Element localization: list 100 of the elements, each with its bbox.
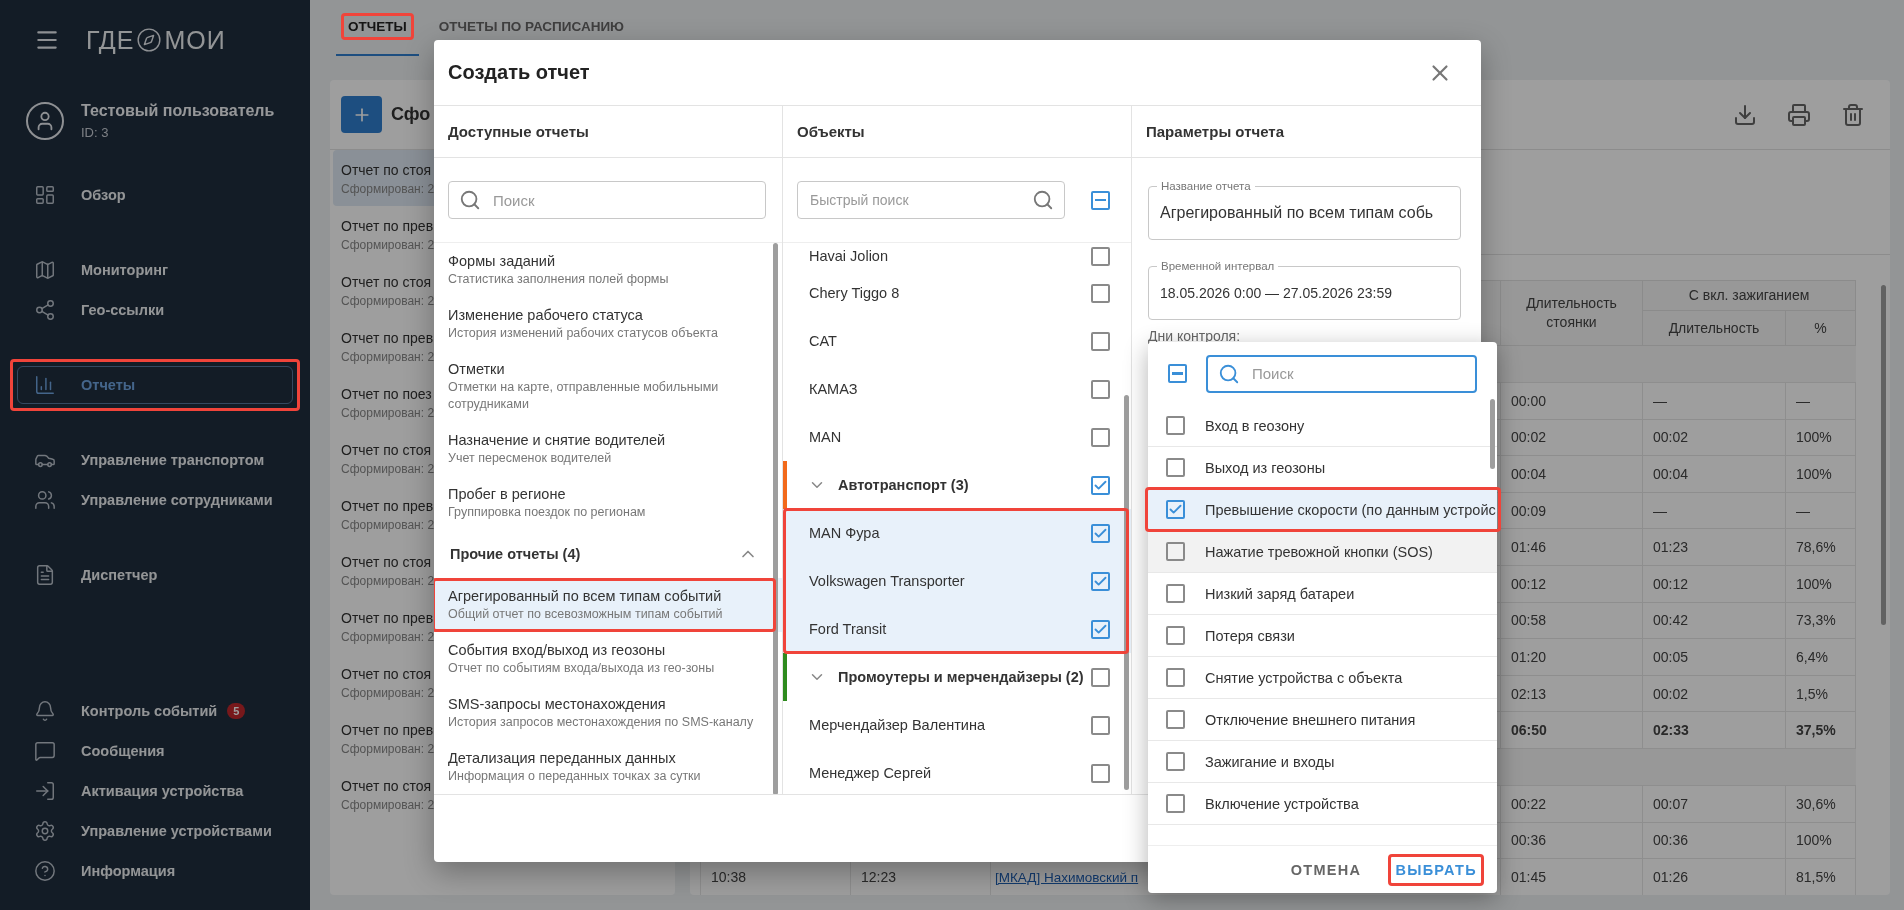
event-option[interactable]: Низкий заряд батареи [1148, 573, 1497, 615]
nav-item[interactable]: Управление транспортом [17, 441, 293, 479]
search-icon [1032, 189, 1054, 211]
report-description: Статистика заполнения полей формы [448, 271, 670, 288]
report-option[interactable]: События вход/выход из геозоны Отчет по событиям входа/выхода из гео-зоны [434, 632, 782, 686]
scrollbar[interactable] [773, 243, 778, 794]
nav-item[interactable]: Мониторинг [17, 251, 293, 289]
scrollbar[interactable] [1490, 399, 1495, 469]
nav-item[interactable]: Управление сотрудниками [17, 481, 293, 519]
report-option[interactable]: Назначение и снятие водителей Учет пересменок водителей [434, 422, 782, 476]
event-option[interactable]: Вход в геозону [1148, 405, 1497, 447]
object-row[interactable]: Менеджер Сергей [783, 749, 1131, 794]
report-date: Сформирован: 2 [341, 181, 435, 198]
checkbox[interactable] [1168, 364, 1187, 383]
object-row[interactable]: Мерчендайзер Валентина [783, 701, 1131, 749]
nav-item[interactable]: Диспетчер [17, 556, 293, 594]
search-field[interactable]: Поиск [448, 181, 766, 219]
checkbox[interactable] [1091, 571, 1110, 591]
object-row[interactable]: КАМАЗ [783, 365, 1131, 413]
report-option[interactable]: Изменение рабочего статуса История изменений рабочих статусов объекта [434, 297, 782, 351]
checkbox[interactable] [1166, 584, 1185, 603]
search-field[interactable]: Поиск [1206, 354, 1477, 393]
event-option[interactable]: Отключение внешнего питания [1148, 699, 1497, 741]
checkbox[interactable] [1091, 619, 1110, 639]
report-title: Отчет по стоя [341, 553, 432, 572]
report-title: Отчет по прев [341, 217, 434, 236]
checkbox[interactable] [1091, 715, 1110, 735]
report-option[interactable]: Формы заданий Статистика заполнения полей формы [434, 243, 782, 297]
checkbox[interactable] [1091, 763, 1110, 783]
checkbox[interactable] [1166, 542, 1185, 561]
event-option[interactable]: Снятие устройства с объекта [1148, 657, 1497, 699]
delete-icon[interactable] [1841, 102, 1865, 127]
object-row[interactable]: MAN Фура [783, 509, 1131, 557]
checkbox[interactable] [1091, 667, 1110, 687]
report-date: Сформирован: 2 [341, 293, 435, 310]
object-row[interactable]: MAN [783, 413, 1131, 461]
event-option[interactable]: Нажатие тревожной кнопки (SOS) [1148, 531, 1497, 573]
report-name: Агрегированный по всем типам событий [448, 587, 723, 606]
checkbox[interactable] [1166, 500, 1185, 519]
checkbox[interactable] [1166, 416, 1185, 435]
checkbox[interactable] [1166, 794, 1185, 813]
report-option[interactable]: Детализация переданных данных Информация о переданных точках за сутки [434, 740, 782, 794]
object-row[interactable]: Volkswagen Transporter [783, 557, 1131, 605]
event-option[interactable]: Зажигание и входы [1148, 741, 1497, 783]
scrollbar[interactable] [1124, 395, 1129, 790]
checkbox[interactable] [1091, 246, 1110, 266]
text-field[interactable]: Временной интервал 18.05.2026 0:00 — 27.05.2026 23:59 [1148, 258, 1461, 320]
event-option[interactable]: Включение устройства [1148, 783, 1497, 825]
nav-item[interactable]: Активация устройства [17, 772, 293, 810]
report-option[interactable]: Пробег в регионе Группировка поездок по регионам [434, 476, 782, 530]
share-icon [34, 299, 56, 321]
download-icon[interactable] [1733, 102, 1757, 127]
checkbox[interactable] [1091, 331, 1110, 351]
nav-item[interactable]: Обзор [17, 176, 293, 214]
report-description: Информация о переданных точках за сутки [448, 768, 702, 785]
search-input[interactable]: Быстрый поиск [808, 191, 1022, 209]
checkbox[interactable] [1091, 427, 1110, 447]
event-option[interactable]: Выход из геозоны [1148, 447, 1497, 489]
column-header: % [1785, 310, 1856, 346]
print-icon[interactable] [1787, 102, 1811, 127]
text-field[interactable]: Название отчета Агрегированный по всем типам собь [1148, 178, 1461, 240]
table-cell: 00:05 [1642, 638, 1786, 676]
object-row[interactable]: Chery Tiggo 8 [783, 269, 1131, 317]
checkbox[interactable] [1091, 190, 1110, 210]
table-cell: 00:07 [1642, 785, 1786, 823]
table-cell: 06:50 [1500, 711, 1643, 749]
add-button[interactable] [341, 96, 382, 133]
search-field[interactable]: Быстрый поиск [797, 181, 1065, 219]
checkbox[interactable] [1091, 283, 1110, 303]
search-input[interactable]: Поиск [491, 190, 755, 210]
report-option[interactable]: SMS-запросы местонахождения История запросов местонахождения по SMS-каналу [434, 686, 782, 740]
object-row[interactable]: Havai Jolion [783, 243, 1131, 269]
checkbox[interactable] [1166, 752, 1185, 771]
report-date: Сформирован: 2 [341, 237, 435, 254]
checkbox[interactable] [1091, 379, 1110, 399]
object-row[interactable]: Ford Transit [783, 605, 1131, 653]
checkbox[interactable] [1091, 523, 1110, 543]
nav-item[interactable]: Информация [17, 852, 293, 890]
nav-item[interactable]: Управление устройствами [17, 812, 293, 850]
checkbox[interactable] [1166, 626, 1185, 645]
object-row[interactable]: CAT [783, 317, 1131, 365]
panel-title: Сфо [391, 104, 431, 125]
checkbox[interactable] [1166, 710, 1185, 729]
search-input[interactable]: Поиск [1250, 364, 1465, 383]
checkbox[interactable] [1166, 668, 1185, 687]
cancel-button[interactable]: ОТМЕНА [1286, 855, 1366, 884]
event-option[interactable]: Потеря связи [1148, 615, 1497, 657]
table-cell: — [1785, 382, 1856, 420]
nav-item[interactable]: Контроль событий 5 [17, 692, 293, 730]
nav-item[interactable]: Сообщения [17, 732, 293, 770]
checkbox[interactable] [1091, 475, 1110, 495]
nav-item[interactable]: Гео-ссылки [17, 291, 293, 329]
report-option[interactable]: Агрегированный по всем типам событий Общий отчет по всевозможным типам событий [434, 578, 782, 632]
report-option[interactable]: Отметки Отметки на карте, отправленные мобильными сотрудниками [434, 351, 782, 422]
checkbox[interactable] [1166, 458, 1185, 477]
report-name: Назначение и снятие водителей [448, 431, 667, 450]
scrollbar[interactable] [1881, 285, 1886, 625]
table-cell: 100% [1785, 455, 1856, 493]
logo-text: МОИ [164, 25, 226, 55]
tab[interactable]: ОТЧЕТЫ [336, 10, 419, 56]
